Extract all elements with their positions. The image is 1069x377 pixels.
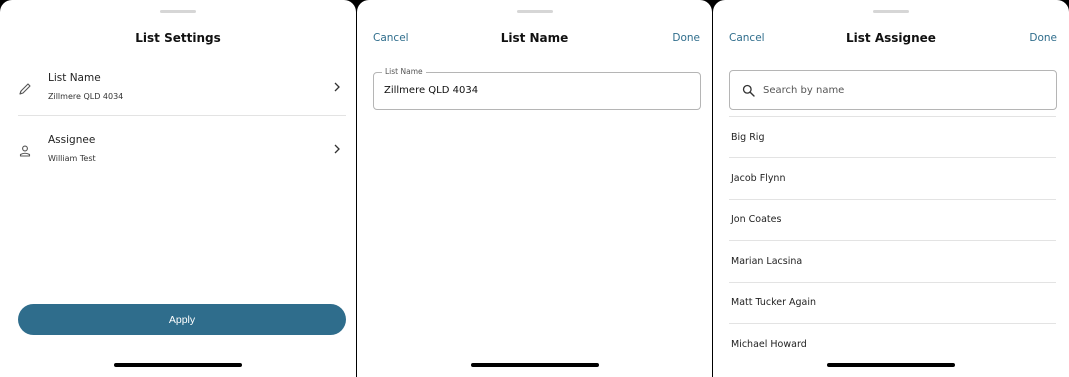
list-item[interactable]: Michael Howard: [729, 322, 1056, 364]
assignee-label: Assignee: [48, 134, 96, 146]
list-item[interactable]: Jacob Flynn: [729, 157, 1056, 198]
chevron-right-icon: [334, 144, 340, 154]
apply-button[interactable]: Apply: [18, 304, 346, 335]
done-button[interactable]: Done: [672, 32, 700, 44]
sheet-grabber[interactable]: [873, 10, 909, 13]
list-item[interactable]: Matt Tucker Again: [729, 281, 1056, 323]
list-name-label: List Name: [48, 72, 101, 84]
list-name-value: Zillmere QLD 4034: [48, 92, 124, 101]
search-icon: [742, 84, 755, 97]
page-title: List Settings: [135, 31, 221, 45]
list-assignee-sheet: Cancel List Assignee Done Big Rig Jacob …: [713, 0, 1069, 377]
search-box[interactable]: [729, 70, 1057, 110]
home-indicator: [470, 363, 599, 367]
nav-bar: Cancel List Assignee Done: [713, 28, 1069, 50]
nav-bar: Cancel List Name Done: [357, 28, 712, 50]
list-name-row[interactable]: List Name Zillmere QLD 4034: [0, 62, 356, 116]
home-indicator: [827, 363, 955, 367]
divider: [18, 115, 346, 116]
sheet-grabber[interactable]: [160, 10, 196, 13]
page-title: List Name: [500, 31, 569, 45]
list-item[interactable]: Big Rig: [729, 116, 1056, 157]
assignee-list: Big Rig Jacob Flynn Jon Coates Marian La…: [713, 116, 1069, 364]
sheet-grabber[interactable]: [516, 10, 553, 13]
person-icon: [19, 145, 31, 157]
list-name-field[interactable]: List Name Zillmere QLD 4034: [373, 67, 701, 110]
assignee-row[interactable]: Assignee William Test: [0, 124, 356, 178]
done-button[interactable]: Done: [1029, 32, 1057, 44]
assignee-value: William Test: [48, 154, 96, 163]
list-name-field-value[interactable]: Zillmere QLD 4034: [384, 85, 478, 96]
list-settings-sheet: List Settings List Name Zillmere QLD 403…: [0, 0, 356, 377]
chevron-right-icon: [334, 82, 340, 92]
list-item[interactable]: Jon Coates: [729, 198, 1056, 240]
pencil-icon: [19, 83, 31, 95]
list-name-field-label: List Name: [382, 67, 426, 76]
search-input[interactable]: [763, 79, 1013, 101]
list-item[interactable]: Marian Lacsina: [729, 240, 1056, 281]
list-name-sheet: Cancel List Name Done List Name Zillmere…: [357, 0, 712, 377]
nav-bar: List Settings: [0, 28, 356, 50]
home-indicator: [114, 363, 242, 367]
page-title: List Assignee: [846, 31, 936, 45]
